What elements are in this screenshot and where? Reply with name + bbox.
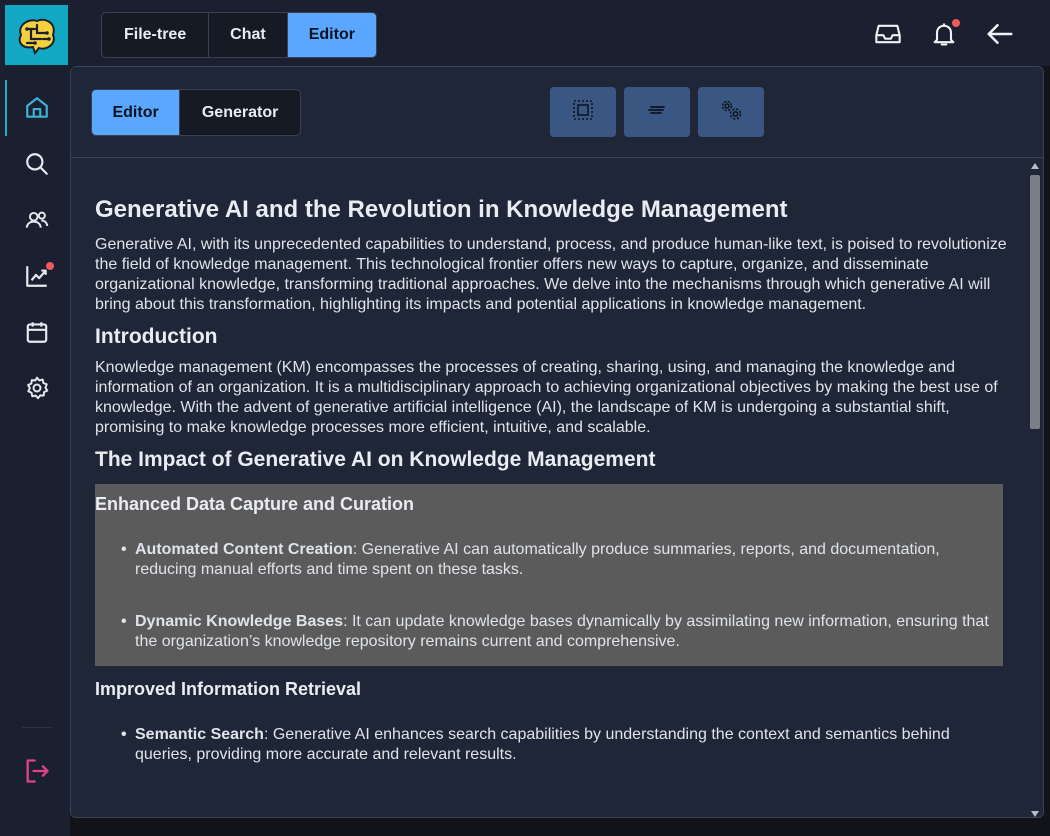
- search-icon[interactable]: [13, 142, 61, 186]
- select-frame-icon: [572, 99, 594, 126]
- list-item-term: Automated Content Creation: [135, 541, 353, 558]
- home-icon[interactable]: [5, 80, 61, 136]
- calendar-icon[interactable]: [13, 310, 61, 354]
- document: Generative AI and the Revolution in Know…: [95, 196, 1007, 797]
- tab-file-tree[interactable]: File-tree: [102, 13, 210, 57]
- settings-icon[interactable]: [13, 366, 61, 410]
- bell-icon[interactable]: [924, 12, 964, 56]
- align-text-button[interactable]: [624, 87, 690, 137]
- settings-gears-icon: [719, 98, 743, 127]
- scroll-down-arrow-icon[interactable]: [1031, 811, 1039, 817]
- list-item-term: Semantic Search: [135, 726, 264, 743]
- align-text-icon: [646, 99, 668, 126]
- scroll-up-arrow-icon[interactable]: [1031, 163, 1039, 169]
- view-tabs: File-tree Chat Editor: [101, 12, 377, 58]
- settings-gears-button[interactable]: [698, 87, 764, 137]
- brain-logo-icon[interactable]: [5, 5, 68, 65]
- document-viewport[interactable]: Generative AI and the Revolution in Know…: [71, 159, 1026, 817]
- information-retrieval-list: Semantic Search: Generative AI enhances …: [95, 725, 1007, 765]
- list-item: Semantic Search: Generative AI enhances …: [95, 725, 1007, 765]
- tab-editor[interactable]: Editor: [287, 13, 376, 57]
- data-capture-list: Automated Content Creation: Generative A…: [95, 540, 1003, 652]
- bell-notification-dot: [952, 19, 960, 27]
- vertical-scrollbar[interactable]: [1027, 159, 1043, 817]
- analytics-notification-dot: [46, 262, 54, 270]
- mode-tabs: Editor Generator: [91, 89, 301, 136]
- section-heading-impact: The Impact of Generative AI on Knowledge…: [95, 448, 656, 471]
- users-icon[interactable]: [13, 198, 61, 242]
- tab-chat[interactable]: Chat: [209, 13, 288, 57]
- scrollbar-thumb[interactable]: [1030, 175, 1040, 429]
- introduction-paragraph: Knowledge management (KM) encompasses th…: [95, 359, 998, 436]
- intro-paragraph: Generative AI, with its unprecedented ca…: [95, 236, 1007, 313]
- editor-panel: Editor Generator Generative AI and the R…: [70, 66, 1044, 818]
- subheading-data-capture: Enhanced Data Capture and Curation: [95, 494, 415, 514]
- analytics-icon[interactable]: [13, 254, 61, 298]
- section-heading-introduction: Introduction: [95, 325, 218, 348]
- document-title: Generative AI and the Revolution in Know…: [95, 196, 788, 223]
- top-bar: File-tree Chat Editor: [70, 0, 1050, 66]
- tab-generator-mode[interactable]: Generator: [180, 90, 300, 135]
- logout-icon[interactable]: [13, 749, 61, 793]
- inbox-icon[interactable]: [868, 12, 908, 56]
- list-item-term: Dynamic Knowledge Bases: [135, 613, 344, 630]
- sidebar: [0, 0, 70, 836]
- sidebar-divider: [22, 727, 52, 728]
- list-item: Automated Content Creation: Generative A…: [95, 540, 1003, 580]
- select-frame-button[interactable]: [550, 87, 616, 137]
- list-item: Dynamic Knowledge Bases: It can update k…: [95, 612, 1003, 652]
- tab-editor-mode[interactable]: Editor: [92, 90, 181, 135]
- panel-toolbar: Editor Generator: [71, 67, 1043, 158]
- highlighted-block: Enhanced Data Capture and Curation Autom…: [95, 484, 1003, 666]
- app-root: File-tree Chat Editor Editor Generator G…: [0, 0, 1050, 836]
- subheading-information-retrieval: Improved Information Retrieval: [95, 679, 362, 699]
- back-arrow-icon[interactable]: [980, 12, 1020, 56]
